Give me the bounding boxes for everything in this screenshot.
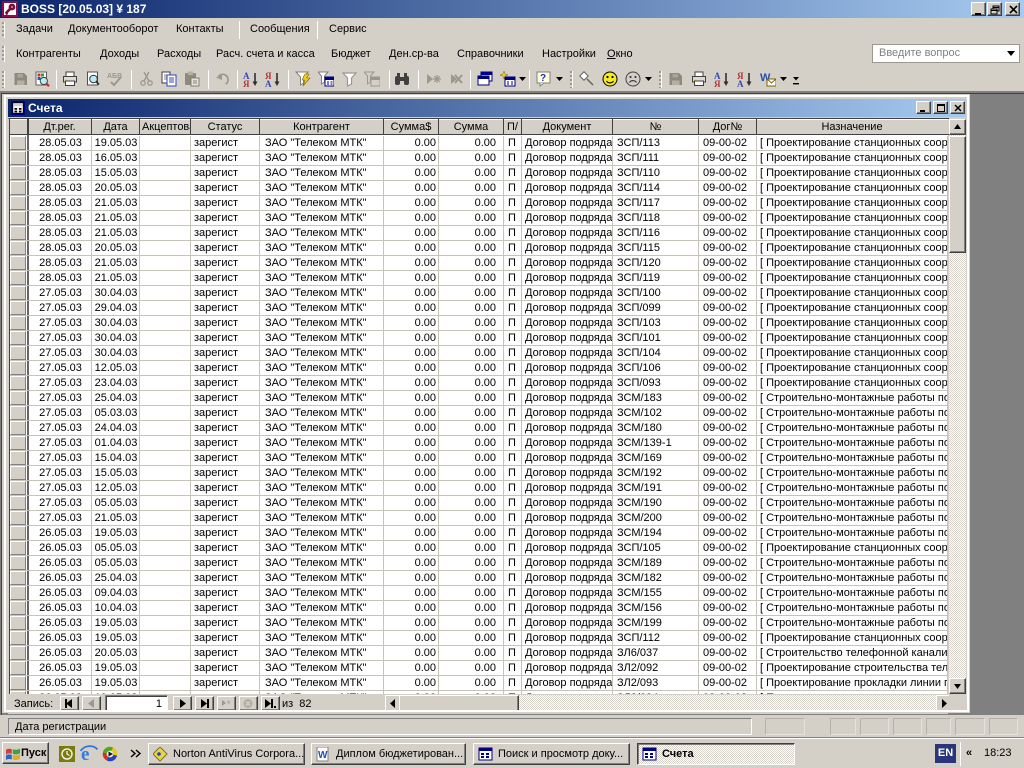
svg-text:W: W bbox=[318, 750, 328, 761]
svg-text:Я: Я bbox=[714, 79, 721, 87]
svg-text:Я: Я bbox=[243, 79, 250, 87]
svg-text:А: А bbox=[737, 79, 744, 87]
svg-text:А: А bbox=[265, 79, 272, 87]
svg-text:?: ? bbox=[540, 73, 546, 84]
